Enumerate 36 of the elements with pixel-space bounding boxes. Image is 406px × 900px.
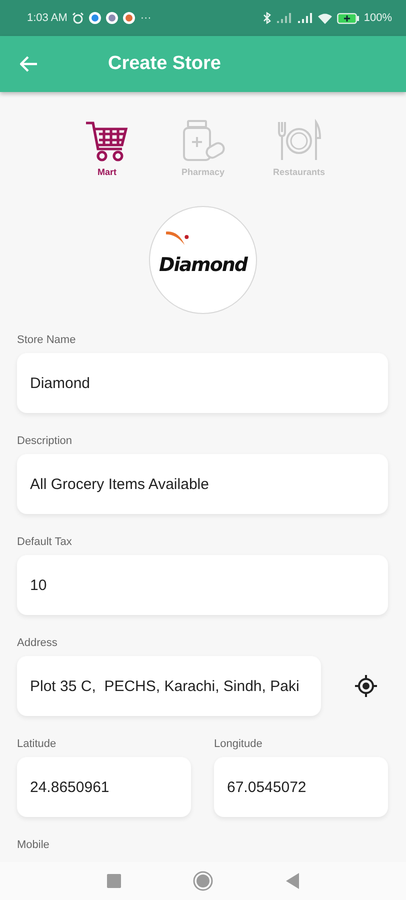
cart-icon [84, 119, 130, 163]
crosshair-icon [354, 674, 378, 698]
status-time: 1:03 AM [27, 12, 68, 24]
field-label: Mobile [17, 838, 50, 852]
field-label: Longitude [214, 737, 264, 751]
screen-title: Create Store [108, 53, 221, 75]
battery-level: 100% [364, 12, 392, 24]
store-logo[interactable]: Diamond [149, 206, 257, 314]
wifi-icon [318, 12, 332, 24]
app-notification-icon [106, 12, 118, 24]
category-tab[interactable]: Mart [61, 119, 153, 177]
alarm-icon [72, 12, 84, 24]
field-label: Latitude [17, 737, 58, 751]
field-label: Address [17, 636, 58, 650]
more-notifications: ··· [140, 12, 152, 24]
input-field[interactable]: Diamond [17, 353, 388, 413]
restaurant-icon [276, 119, 322, 163]
input-field[interactable]: 10 [17, 555, 388, 615]
bluetooth-icon [262, 12, 271, 24]
logo-text: Diamond [158, 254, 248, 276]
field-label: Description [17, 434, 74, 448]
home-button[interactable] [193, 871, 213, 891]
back-nav-button[interactable] [285, 873, 299, 889]
app-notification-icon [89, 12, 102, 24]
app-notification-icon [123, 12, 136, 24]
field-label: Store Name [17, 333, 77, 347]
battery-icon [336, 12, 359, 24]
signal-icon [276, 13, 292, 23]
input-field[interactable]: 24.8650961 [17, 757, 191, 817]
input-field[interactable]: All Grocery Items Available [17, 454, 388, 514]
input-field[interactable]: 67.0545072 [214, 757, 388, 817]
field-label: Default Tax [17, 535, 73, 549]
input-field[interactable]: Plot 35 C, PECHS, Karachi, Sindh, Paki [17, 656, 321, 716]
pharmacy-icon [180, 119, 226, 163]
back-arrow-icon [20, 56, 38, 72]
signal-icon [296, 13, 313, 23]
